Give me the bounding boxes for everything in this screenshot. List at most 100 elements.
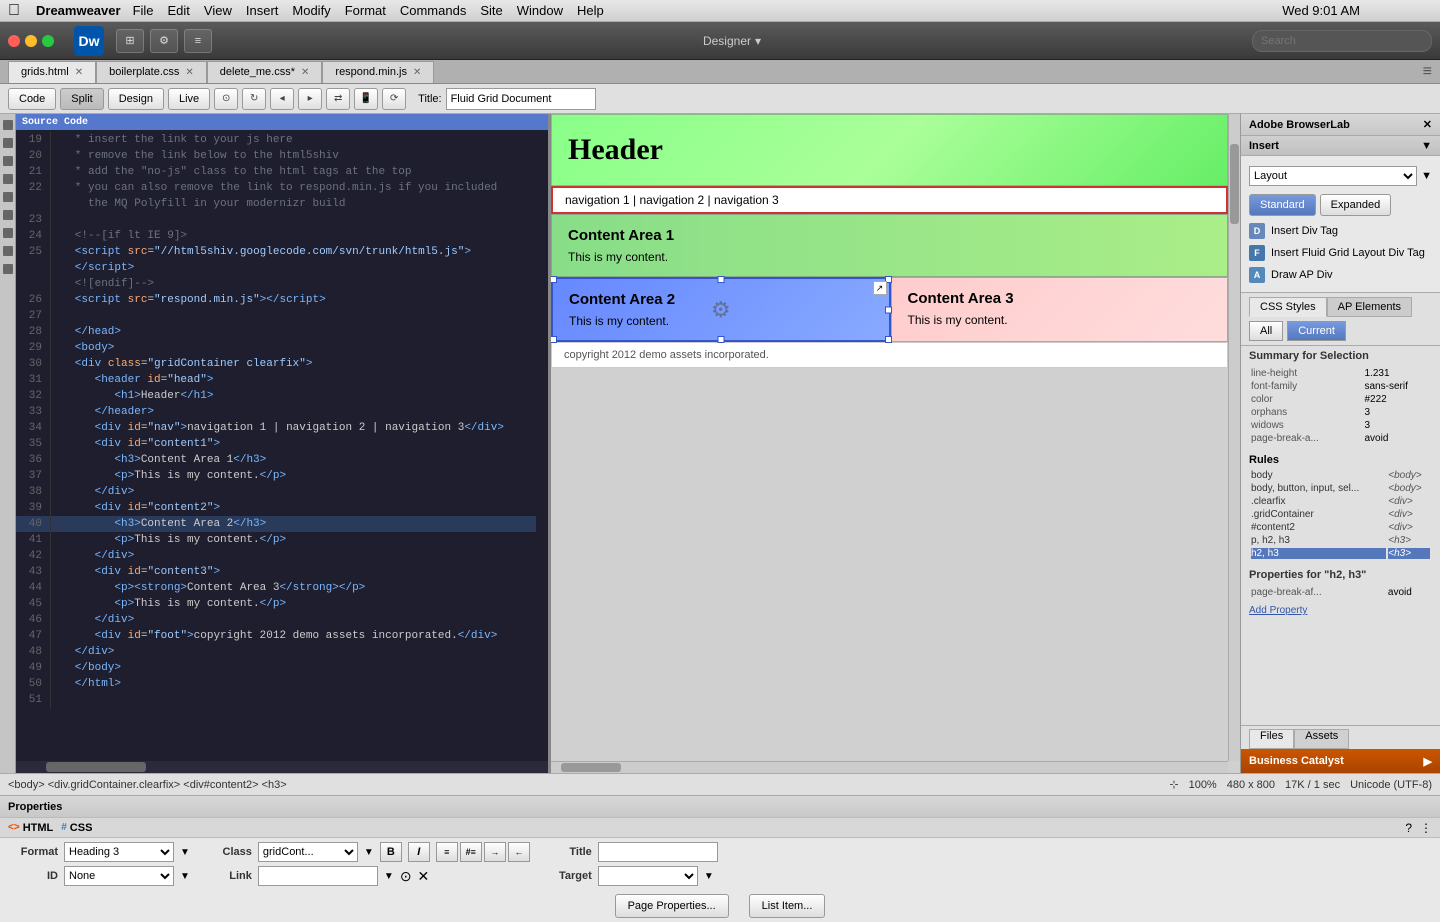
- menu-insert[interactable]: Insert: [246, 3, 279, 18]
- close-tab-delete[interactable]: ✕: [301, 67, 309, 78]
- design-header-block[interactable]: Header: [551, 114, 1228, 186]
- css-tab[interactable]: # CSS: [61, 822, 92, 834]
- designer-mode[interactable]: Designer ▾: [703, 34, 761, 48]
- draw-ap-div-item[interactable]: A Draw AP Div: [1249, 264, 1432, 286]
- ap-elements-tab[interactable]: AP Elements: [1327, 297, 1412, 317]
- menu-view[interactable]: View: [204, 3, 232, 18]
- ol-btn[interactable]: #≡: [460, 842, 482, 862]
- indent-btn[interactable]: →: [484, 842, 506, 862]
- external-link-icon[interactable]: ↗: [873, 281, 887, 295]
- list-item-btn[interactable]: List Item...: [749, 894, 826, 918]
- menu-file[interactable]: File: [133, 3, 154, 18]
- bold-btn[interactable]: B: [380, 842, 402, 862]
- reload-btn[interactable]: ⟳: [382, 88, 406, 110]
- split-btn[interactable]: Split: [60, 88, 103, 110]
- target-select[interactable]: [598, 866, 698, 886]
- left-panel-icon-5[interactable]: [3, 192, 13, 202]
- design-vscroll[interactable]: [1228, 114, 1240, 761]
- rules-row[interactable]: #content2<div>: [1251, 522, 1430, 533]
- italic-btn[interactable]: I: [408, 842, 430, 862]
- html-tab[interactable]: <> HTML: [8, 822, 53, 834]
- format-dropdown-icon[interactable]: ▼: [180, 847, 190, 858]
- files-tab[interactable]: Files: [1249, 729, 1294, 749]
- filter-icon[interactable]: ≡: [1423, 63, 1432, 81]
- minimize-button[interactable]: [25, 35, 37, 47]
- format-select[interactable]: Heading 3: [64, 842, 174, 862]
- rules-row[interactable]: body, button, input, sel...<body>: [1251, 483, 1430, 494]
- id-select[interactable]: None: [64, 866, 174, 886]
- class-select[interactable]: gridCont...: [258, 842, 358, 862]
- left-panel-icon-1[interactable]: [3, 120, 13, 130]
- menu-commands[interactable]: Commands: [400, 3, 466, 18]
- target-dropdown-icon[interactable]: ▼: [704, 871, 714, 882]
- design-content2-block[interactable]: Content Area 2 This is my content.: [551, 277, 891, 342]
- ul-btn[interactable]: ≡: [436, 842, 458, 862]
- design-hscroll[interactable]: [551, 761, 1228, 773]
- device-btn[interactable]: 📱: [354, 88, 378, 110]
- left-panel-icon-2[interactable]: [3, 138, 13, 148]
- link-input[interactable]: [258, 866, 378, 886]
- code-content[interactable]: 19 * insert the link to your js here 20 …: [16, 130, 548, 761]
- toolbar-settings-btn[interactable]: ⚙: [150, 29, 178, 53]
- toolbar-extra-btn[interactable]: ≡: [184, 29, 212, 53]
- link-browse-icon[interactable]: ⊙: [400, 868, 412, 885]
- title-field-input[interactable]: [598, 842, 718, 862]
- left-panel-icon-8[interactable]: [3, 246, 13, 256]
- rules-row[interactable]: body<body>: [1251, 470, 1430, 481]
- rules-row[interactable]: .clearfix<div>: [1251, 496, 1430, 507]
- link-dropdown-icon[interactable]: ▼: [384, 871, 394, 882]
- code-hscroll[interactable]: [16, 761, 548, 773]
- layout-select[interactable]: Layout: [1249, 166, 1417, 186]
- class-dropdown-icon[interactable]: ▼: [364, 847, 374, 858]
- live-btn[interactable]: Live: [168, 88, 210, 110]
- close-tab-respond[interactable]: ✕: [413, 67, 421, 78]
- link-clear-icon[interactable]: ✕: [418, 868, 430, 885]
- assets-tab[interactable]: Assets: [1294, 729, 1349, 749]
- menu-format[interactable]: Format: [345, 3, 386, 18]
- rules-row[interactable]: .gridContainer<div>: [1251, 509, 1430, 520]
- design-content3-block[interactable]: Content Area 3 This is my content.: [891, 277, 1229, 342]
- nav-prev-btn[interactable]: ◂: [270, 88, 294, 110]
- standard-btn[interactable]: Standard: [1249, 194, 1316, 216]
- browserlab-close[interactable]: ✕: [1423, 118, 1432, 131]
- file-tab-grids[interactable]: grids.html ✕: [8, 61, 96, 83]
- left-panel-icon-6[interactable]: [3, 210, 13, 220]
- close-tab-grids[interactable]: ✕: [75, 67, 83, 78]
- menu-help[interactable]: Help: [577, 3, 604, 18]
- props-help-icon[interactable]: ?: [1405, 821, 1412, 835]
- menu-site[interactable]: Site: [480, 3, 502, 18]
- current-btn[interactable]: Current: [1287, 321, 1346, 341]
- inspect-btn[interactable]: ⊙: [214, 88, 238, 110]
- outdent-btn[interactable]: ←: [508, 842, 530, 862]
- id-dropdown-icon[interactable]: ▼: [180, 871, 190, 882]
- code-btn[interactable]: Code: [8, 88, 56, 110]
- rules-row-selected[interactable]: h2, h3<h3>: [1251, 548, 1430, 559]
- menu-modify[interactable]: Modify: [292, 3, 330, 18]
- nav-next-btn[interactable]: ▸: [298, 88, 322, 110]
- toolbar-layout-btn[interactable]: ⊞: [116, 29, 144, 53]
- expanded-btn[interactable]: Expanded: [1320, 194, 1392, 216]
- bc-arrow[interactable]: ▶: [1424, 755, 1432, 768]
- design-content1-block[interactable]: Content Area 1 This is my content.: [551, 214, 1228, 277]
- design-nav-block[interactable]: navigation 1 | navigation 2 | navigation…: [551, 186, 1228, 214]
- resize-handle-bm[interactable]: [717, 336, 724, 343]
- page-properties-btn[interactable]: Page Properties...: [615, 894, 729, 918]
- insert-fluid-grid-item[interactable]: F Insert Fluid Grid Layout Div Tag: [1249, 242, 1432, 264]
- zoom-button[interactable]: [42, 35, 54, 47]
- design-btn[interactable]: Design: [108, 88, 164, 110]
- refresh-btn[interactable]: ↻: [242, 88, 266, 110]
- close-button[interactable]: [8, 35, 20, 47]
- resize-handle-br[interactable]: [885, 336, 892, 343]
- layout-dropdown-arrow[interactable]: ▼: [1421, 170, 1432, 182]
- rules-row[interactable]: p, h2, h3<h3>: [1251, 535, 1430, 546]
- insert-section-header[interactable]: Insert ▼: [1241, 136, 1440, 156]
- title-input[interactable]: [446, 88, 596, 110]
- add-property-link[interactable]: Add Property: [1249, 605, 1307, 616]
- file-tab-delete[interactable]: delete_me.css* ✕: [207, 61, 323, 83]
- file-tab-boilerplate[interactable]: boilerplate.css ✕: [96, 61, 207, 83]
- left-panel-icon-4[interactable]: [3, 174, 13, 184]
- resize-handle-mr[interactable]: [885, 306, 892, 313]
- resize-handle-tm[interactable]: [717, 276, 724, 283]
- all-btn[interactable]: All: [1249, 321, 1283, 341]
- menu-window[interactable]: Window: [517, 3, 563, 18]
